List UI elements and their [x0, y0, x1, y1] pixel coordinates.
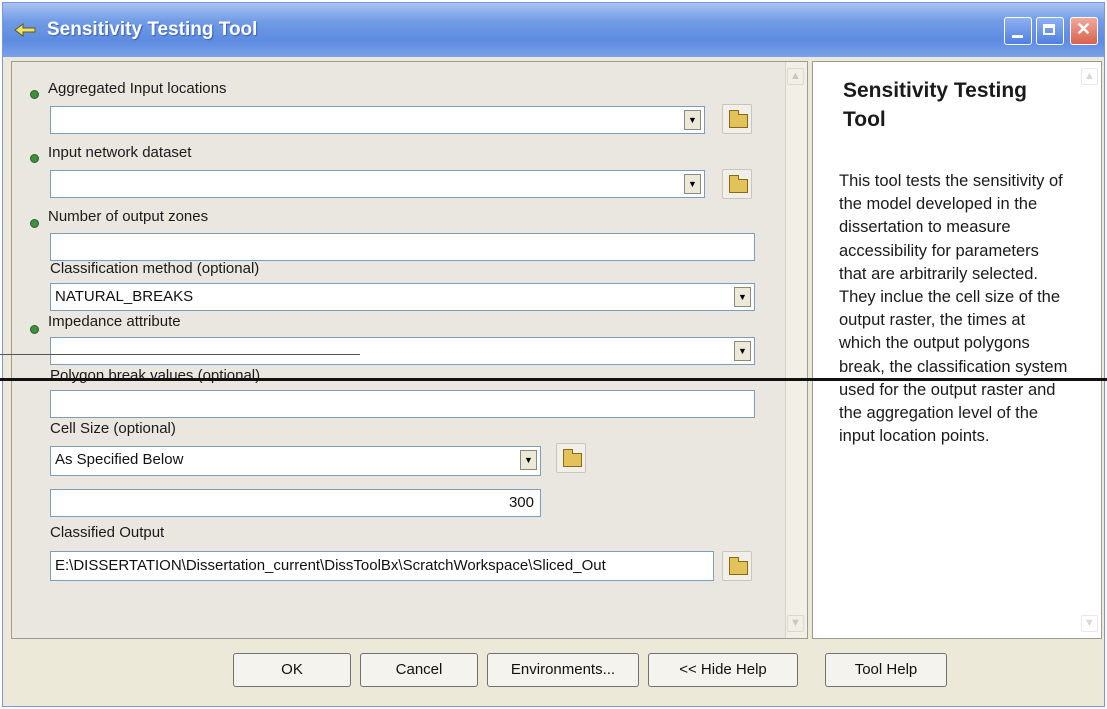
required-dot-icon [30, 219, 39, 228]
required-dot-icon [30, 325, 39, 334]
cell-size-select[interactable]: As Specified Below ▼ [50, 446, 541, 476]
help-text: This tool tests the sensitivity of the m… [839, 172, 1068, 446]
environments-button[interactable]: Environments... [487, 653, 639, 687]
scroll-up-icon[interactable]: ▲ [1081, 68, 1098, 85]
help-scrollbar[interactable]: ▲ ▼ [1079, 62, 1101, 638]
scroll-down-icon[interactable]: ▼ [1081, 615, 1098, 632]
help-pane: Sensitivity Testing Tool This tool tests… [812, 61, 1102, 639]
scroll-down-icon[interactable]: ▼ [787, 615, 804, 632]
chevron-down-icon[interactable]: ▼ [734, 341, 751, 361]
classified-output-label: Classified Output [50, 524, 165, 541]
cell-size-label: Cell Size (optional) [50, 420, 176, 437]
classified-output-input[interactable]: E:\DISSERTATION\Dissertation_current\Dis… [50, 551, 714, 581]
impedance-select[interactable]: ▼ [50, 337, 755, 365]
browse-output-button[interactable] [722, 551, 752, 581]
hide-help-button[interactable]: << Hide Help [648, 653, 798, 687]
scroll-up-icon[interactable]: ▲ [787, 68, 804, 85]
aggregated-input-label: Aggregated Input locations [48, 80, 227, 97]
chevron-down-icon[interactable]: ▼ [520, 450, 537, 470]
close-button[interactable] [1070, 17, 1098, 45]
chevron-down-icon[interactable]: ▼ [684, 110, 701, 130]
network-dataset-label: Input network dataset [48, 144, 192, 161]
title-bar[interactable]: Sensitivity Testing Tool [3, 3, 1104, 57]
output-zones-label: Number of output zones [48, 208, 209, 225]
required-dot-icon [30, 90, 39, 99]
open-folder-icon [729, 557, 748, 575]
cell-size-value-input[interactable]: 300 [50, 489, 541, 517]
chevron-down-icon[interactable]: ▼ [734, 287, 751, 307]
polygon-breaks-input[interactable] [50, 390, 755, 418]
polygon-breaks-label: Polygon break values (optional) [50, 367, 261, 384]
scan-artifact-line [0, 378, 1107, 381]
toolbox-arrow-icon [14, 23, 36, 37]
minimize-button[interactable] [1004, 17, 1032, 45]
parameters-pane: Aggregated Input locations ▼ Input netwo… [11, 61, 808, 639]
parameters-scrollbar[interactable]: ▲ ▼ [785, 62, 807, 638]
chevron-down-icon[interactable]: ▼ [684, 174, 701, 194]
maximize-button[interactable] [1036, 17, 1064, 45]
scan-artifact-line [0, 354, 360, 355]
aggregated-input-field[interactable]: ▼ [50, 106, 705, 134]
impedance-label: Impedance attribute [48, 313, 181, 330]
ok-button[interactable]: OK [233, 653, 351, 687]
help-title: Sensitivity Testing Tool [843, 79, 1027, 131]
classification-select[interactable]: NATURAL_BREAKS ▼ [50, 283, 755, 311]
required-dot-icon [30, 154, 39, 163]
browse-aggregated-input-button[interactable] [722, 104, 752, 134]
network-dataset-field[interactable]: ▼ [50, 170, 705, 198]
open-folder-icon [729, 110, 748, 128]
open-folder-icon [563, 449, 582, 467]
tool-help-button[interactable]: Tool Help [825, 653, 947, 687]
open-folder-icon [729, 175, 748, 193]
browse-network-dataset-button[interactable] [722, 169, 752, 199]
output-zones-input[interactable] [50, 233, 755, 261]
window-title: Sensitivity Testing Tool [47, 19, 258, 40]
classification-label: Classification method (optional) [50, 260, 260, 277]
cancel-button[interactable]: Cancel [360, 653, 478, 687]
browse-cell-size-button[interactable] [556, 443, 586, 473]
